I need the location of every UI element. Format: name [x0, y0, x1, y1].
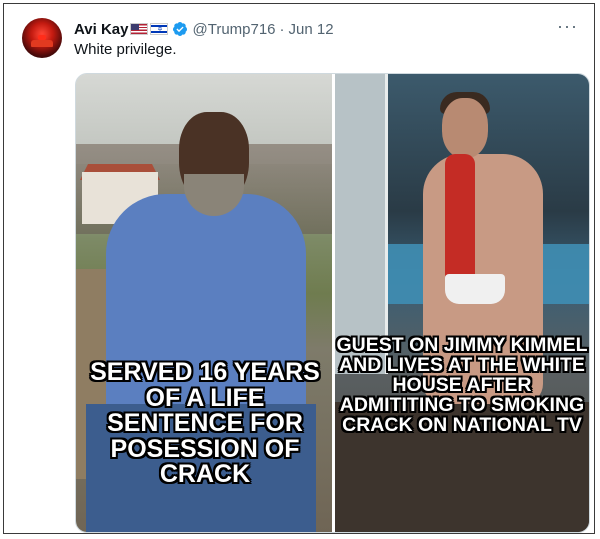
separator-dot: ·	[279, 20, 285, 38]
verified-badge-icon	[173, 22, 188, 36]
us-flag-icon	[130, 23, 149, 35]
left-photo-panel: SERVED 16 YEARS OF A LIFE SENTENCE FOR P…	[76, 74, 332, 532]
tweet-text: White privilege.	[74, 41, 177, 58]
author-handle[interactable]: @Trump716	[192, 21, 275, 38]
tweet-date[interactable]: Jun 12	[289, 21, 334, 38]
glass-door	[335, 74, 388, 374]
tweet-media-image[interactable]: SERVED 16 YEARS OF A LIFE SENTENCE FOR P…	[75, 73, 590, 533]
left-meme-caption: SERVED 16 YEARS OF A LIFE SENTENCE FOR P…	[90, 358, 320, 488]
tweet-card[interactable]: Avi Kay ✡ @Trump716 · Jun 12 ··· White p…	[3, 3, 595, 534]
car-icon	[31, 40, 53, 47]
avatar[interactable]	[22, 18, 62, 58]
more-options-icon[interactable]: ···	[557, 16, 578, 37]
right-meme-caption: GUEST ON JIMMY KIMMEL AND LIVES AT THE W…	[336, 334, 588, 436]
tweet-header: Avi Kay ✡ @Trump716 · Jun 12	[74, 19, 574, 39]
right-photo-panel: GUEST ON JIMMY KIMMEL AND LIVES AT THE W…	[335, 74, 589, 532]
red-scarf	[445, 154, 475, 284]
white-briefs	[445, 274, 505, 304]
author-name[interactable]: Avi Kay	[74, 21, 128, 38]
israel-flag-icon: ✡	[150, 23, 169, 35]
man-head-sunglasses	[442, 98, 488, 158]
